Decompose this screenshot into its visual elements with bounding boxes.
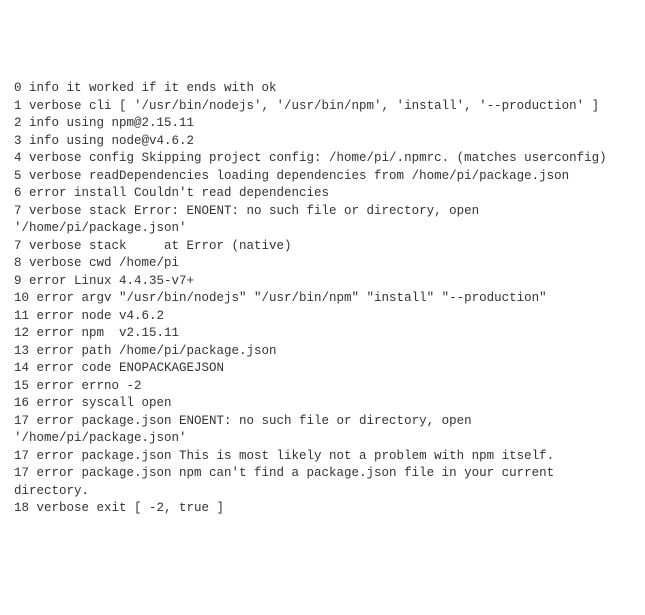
log-line: 3 info using node@v4.6.2 — [14, 133, 635, 151]
log-line: 17 error package.json This is most likel… — [14, 448, 635, 466]
log-line: 7 verbose stack at Error (native) — [14, 238, 635, 256]
npm-log-output: 0 info it worked if it ends with ok1 ver… — [14, 80, 635, 518]
log-line: 1 verbose cli [ '/usr/bin/nodejs', '/usr… — [14, 98, 635, 116]
log-line: 4 verbose config Skipping project config… — [14, 150, 635, 168]
log-line: 0 info it worked if it ends with ok — [14, 80, 635, 98]
log-line: 7 verbose stack Error: ENOENT: no such f… — [14, 203, 635, 238]
log-line: 14 error code ENOPACKAGEJSON — [14, 360, 635, 378]
log-line: 13 error path /home/pi/package.json — [14, 343, 635, 361]
log-line: 6 error install Couldn't read dependenci… — [14, 185, 635, 203]
log-line: 16 error syscall open — [14, 395, 635, 413]
log-line: 17 error package.json ENOENT: no such fi… — [14, 413, 635, 448]
log-line: 8 verbose cwd /home/pi — [14, 255, 635, 273]
log-line: 2 info using npm@2.15.11 — [14, 115, 635, 133]
log-line: 10 error argv "/usr/bin/nodejs" "/usr/bi… — [14, 290, 635, 308]
log-line: 15 error errno -2 — [14, 378, 635, 396]
log-line: 17 error package.json npm can't find a p… — [14, 465, 635, 500]
log-line: 18 verbose exit [ -2, true ] — [14, 500, 635, 518]
log-line: 9 error Linux 4.4.35-v7+ — [14, 273, 635, 291]
log-line: 12 error npm v2.15.11 — [14, 325, 635, 343]
log-line: 5 verbose readDependencies loading depen… — [14, 168, 635, 186]
log-line: 11 error node v4.6.2 — [14, 308, 635, 326]
